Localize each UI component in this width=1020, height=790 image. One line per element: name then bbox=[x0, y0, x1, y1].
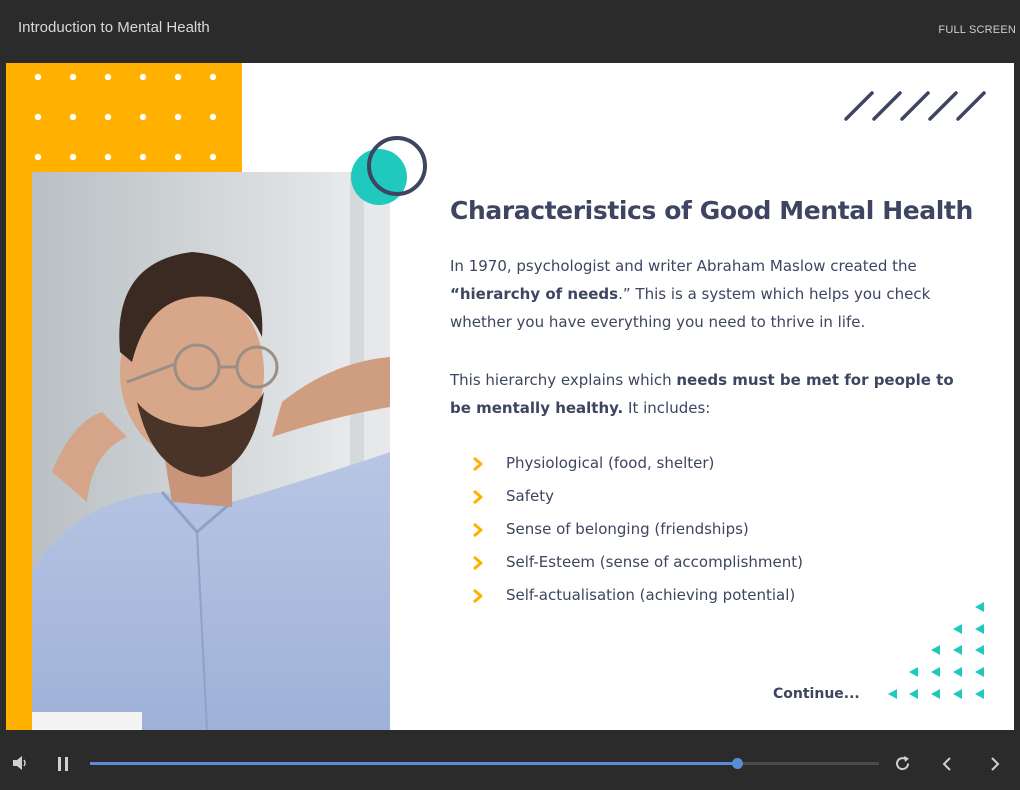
list-item: Self-actualisation (achieving potential) bbox=[472, 586, 803, 619]
circle-decoration bbox=[351, 136, 427, 205]
progress-fill bbox=[90, 762, 737, 765]
intro-bold-term: hierarchy of needs bbox=[459, 285, 619, 303]
intro-text-1: In 1970, psychologist and writer Abraham… bbox=[450, 257, 917, 275]
chevron-left-icon[interactable] bbox=[941, 756, 953, 772]
hierarchy-text-2: It includes: bbox=[623, 399, 711, 417]
slide: Characteristics of Good Mental Health In… bbox=[6, 63, 1014, 730]
intro-quote-close: .” bbox=[618, 285, 631, 303]
fullscreen-button[interactable]: FULL SCREEN bbox=[938, 24, 1016, 36]
intro-paragraph: In 1970, psychologist and writer Abraham… bbox=[450, 252, 970, 336]
hierarchy-text-1: This hierarchy explains which bbox=[450, 371, 677, 389]
list-item: Sense of belonging (friendships) bbox=[472, 520, 803, 553]
needs-list: Physiological (food, shelter) Safety Sen… bbox=[472, 454, 803, 619]
list-item-text: Self-Esteem (sense of accomplishment) bbox=[506, 553, 803, 571]
list-item-text: Safety bbox=[506, 487, 554, 505]
replay-icon[interactable] bbox=[894, 755, 911, 772]
player-controls bbox=[0, 730, 1020, 790]
hierarchy-paragraph: This hierarchy explains which needs must… bbox=[450, 366, 970, 422]
chevron-right-icon bbox=[473, 589, 483, 603]
man-relaxing-photo bbox=[32, 172, 390, 730]
chevron-right-icon bbox=[473, 490, 483, 504]
dot-pattern-decoration bbox=[34, 73, 217, 161]
speaker-icon[interactable] bbox=[12, 755, 30, 771]
list-item: Safety bbox=[472, 487, 803, 520]
chevron-right-icon bbox=[473, 457, 483, 471]
progress-track[interactable] bbox=[90, 758, 879, 769]
list-item: Physiological (food, shelter) bbox=[472, 454, 803, 487]
chevron-right-icon bbox=[473, 523, 483, 537]
pause-icon[interactable] bbox=[57, 757, 69, 771]
triangle-pattern-decoration bbox=[888, 602, 984, 699]
list-item-text: Physiological (food, shelter) bbox=[506, 454, 715, 472]
chevron-right-icon[interactable] bbox=[989, 756, 1001, 772]
top-bar: Introduction to Mental Health FULL SCREE… bbox=[0, 0, 1020, 63]
list-item: Self-Esteem (sense of accomplishment) bbox=[472, 553, 803, 586]
intro-quote-open: “ bbox=[450, 285, 460, 303]
list-item-text: Sense of belonging (friendships) bbox=[506, 520, 749, 538]
continue-button[interactable]: Continue... bbox=[773, 686, 860, 702]
list-item-text: Self-actualisation (achieving potential) bbox=[506, 586, 796, 604]
chevron-right-icon bbox=[473, 556, 483, 570]
slash-lines-decoration bbox=[844, 91, 986, 121]
course-title: Introduction to Mental Health bbox=[18, 19, 210, 36]
progress-handle[interactable] bbox=[731, 758, 743, 769]
slide-heading: Characteristics of Good Mental Health bbox=[450, 196, 973, 225]
